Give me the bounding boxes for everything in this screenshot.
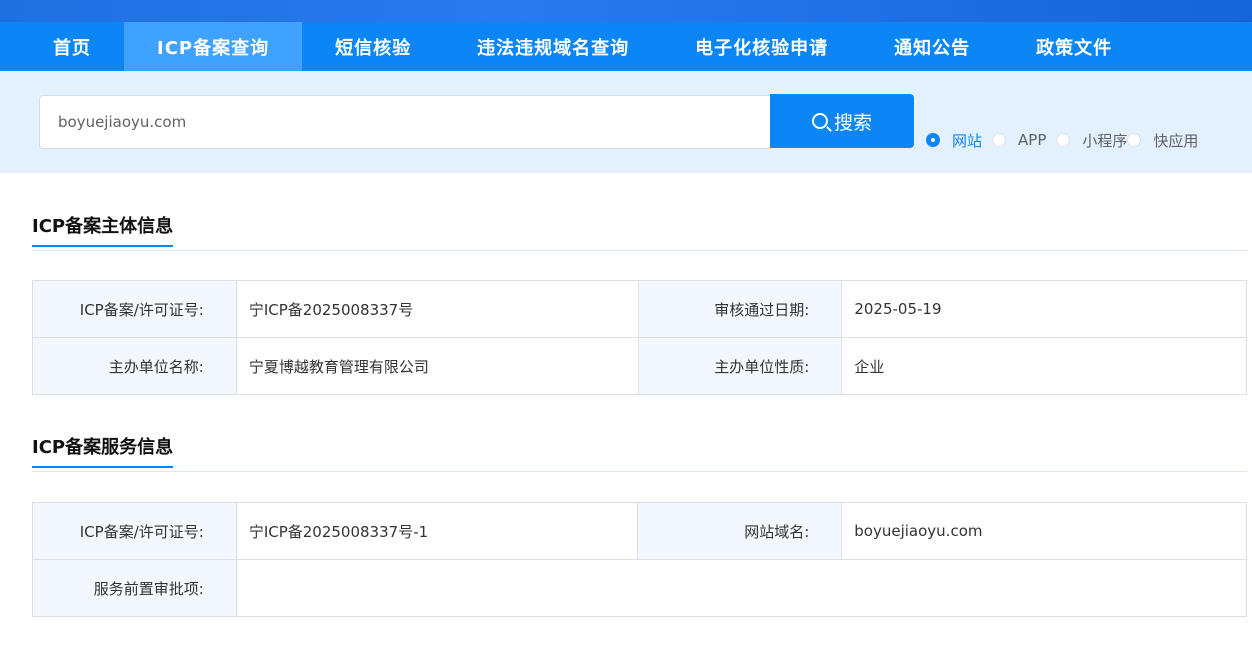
search-button-label: 搜索 xyxy=(833,111,872,134)
radio-app[interactable]: APP xyxy=(992,131,1046,149)
label-service-icp-license-no: ICP备案/许可证号: xyxy=(32,502,237,560)
table-row: ICP备案/许可证号: 宁ICP备2025008337号 审核通过日期: 202… xyxy=(32,280,1247,338)
radio-unchecked-icon xyxy=(1056,133,1071,147)
value-organizer-name: 宁夏博越教育管理有限公司 xyxy=(235,337,639,395)
value-approval-date: 2025-05-19 xyxy=(841,280,1247,338)
label-organizer-name: 主办单位名称: xyxy=(32,337,237,395)
table-row: 主办单位名称: 宁夏博越教育管理有限公司 主办单位性质: 企业 xyxy=(32,337,1247,395)
label-organizer-type: 主办单位性质: xyxy=(637,337,843,395)
value-service-icp-license-no: 宁ICP备2025008337号-1 xyxy=(235,502,639,560)
radio-checked-icon xyxy=(926,133,940,147)
search-button[interactable]: 搜索 xyxy=(770,94,914,148)
section-title-service-info: ICP备案服务信息 xyxy=(32,433,174,468)
divider xyxy=(32,250,1247,251)
main-nav: 首页 ICP备案查询 短信核验 违法违规域名查询 电子化核验申请 通知公告 政策… xyxy=(0,22,1252,71)
nav-item-illegal-domain-query[interactable]: 违法违规域名查询 xyxy=(444,22,662,71)
divider xyxy=(32,471,1247,472)
radio-unchecked-icon xyxy=(992,133,1007,147)
radio-quick-app[interactable]: 快应用 xyxy=(1127,130,1198,151)
nav-item-sms-verify[interactable]: 短信核验 xyxy=(302,22,444,71)
section-title-subject-info: ICP备案主体信息 xyxy=(32,212,174,247)
table-row: 服务前置审批项: xyxy=(32,559,1248,617)
search-icon xyxy=(811,113,828,129)
top-banner xyxy=(0,0,1252,22)
nav-item-electronic-verify-apply[interactable]: 电子化核验申请 xyxy=(662,22,861,71)
table-row: ICP备案/许可证号: 宁ICP备2025008337号-1 网站域名: boy… xyxy=(32,502,1247,560)
radio-unchecked-icon xyxy=(1127,133,1142,147)
service-info-table: ICP备案/许可证号: 宁ICP备2025008337号-1 网站域名: boy… xyxy=(32,502,1248,617)
value-organizer-type: 企业 xyxy=(841,337,1247,395)
nav-item-icp-query[interactable]: ICP备案查询 xyxy=(124,22,303,71)
value-pre-approval-items xyxy=(235,559,1248,617)
search-area: 搜索 网站 APP 小程序 快应用 xyxy=(0,71,1252,173)
label-approval-date: 审核通过日期: xyxy=(637,280,843,338)
radio-label-quick-app: 快应用 xyxy=(1153,131,1199,150)
search-input[interactable] xyxy=(39,95,770,149)
label-pre-approval-items: 服务前置审批项: xyxy=(32,559,237,617)
label-icp-license-no: ICP备案/许可证号: xyxy=(32,280,237,338)
radio-website[interactable]: 网站 xyxy=(926,130,982,151)
radio-mini-program[interactable]: 小程序 xyxy=(1056,130,1127,151)
value-website-domain: boyuejiaoyu.com xyxy=(841,502,1247,560)
value-icp-license-no: 宁ICP备2025008337号 xyxy=(235,280,639,338)
nav-item-notices[interactable]: 通知公告 xyxy=(861,22,1003,71)
label-website-domain: 网站域名: xyxy=(637,502,843,560)
radio-label-mini-program: 小程序 xyxy=(1082,131,1128,150)
search-type-radio-group: 网站 APP 小程序 快应用 xyxy=(926,129,1208,151)
radio-label-app: APP xyxy=(1018,131,1047,149)
nav-item-policy-docs[interactable]: 政策文件 xyxy=(1003,22,1145,71)
radio-label-website: 网站 xyxy=(952,131,983,150)
nav-item-home[interactable]: 首页 xyxy=(20,22,124,71)
subject-info-table: ICP备案/许可证号: 宁ICP备2025008337号 审核通过日期: 202… xyxy=(32,280,1247,395)
